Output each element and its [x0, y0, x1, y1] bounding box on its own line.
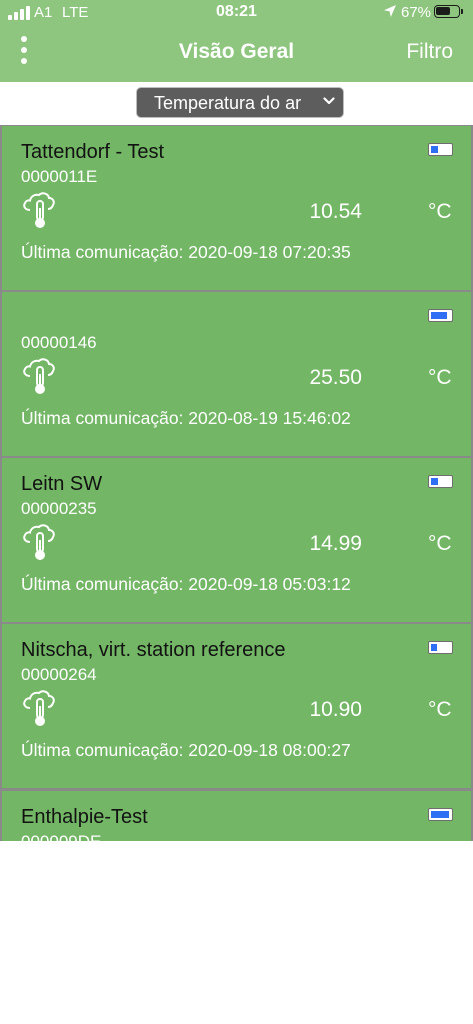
station-id: 00000146	[21, 333, 97, 352]
status-bar: A1 LTE 08:21 67%	[0, 0, 473, 28]
station-card[interactable]: Leitn SW 00000235 14.99 °C Última comuni…	[2, 458, 471, 622]
battery-level	[431, 312, 448, 319]
battery-level	[431, 146, 438, 153]
station-unit: °C	[428, 366, 452, 389]
parameter-select-value: Temperatura do ar	[154, 93, 302, 113]
screen: A1 LTE 08:21 67% Visão Geral Filtro Temp…	[0, 0, 473, 1024]
empty-area	[0, 841, 473, 1024]
station-card[interactable]: Nitscha, virt. station reference 0000026…	[2, 624, 471, 788]
last-communication: Última comunicação: 2020-09-18 07:20:35	[21, 242, 351, 262]
battery-level	[431, 478, 438, 485]
station-value: 10.54	[309, 200, 362, 223]
filter-button[interactable]: Filtro	[406, 40, 453, 64]
battery-icon	[428, 808, 453, 821]
cloud-thermometer-icon	[23, 690, 55, 726]
station-value: 14.99	[309, 532, 362, 555]
station-unit: °C	[428, 200, 452, 223]
station-id: 000009DE	[21, 832, 101, 841]
battery-icon	[428, 143, 453, 156]
last-communication: Última comunicação: 2020-09-18 05:03:12	[21, 574, 351, 594]
station-id: 00000235	[21, 499, 97, 518]
last-communication: Última comunicação: 2020-09-18 08:00:27	[21, 740, 351, 760]
header: A1 LTE 08:21 67% Visão Geral Filtro	[0, 0, 473, 82]
station-list: Tattendorf - Test 0000011E 10.54 °C Últi…	[0, 125, 473, 841]
parameter-select[interactable]: Temperatura do ar	[136, 87, 344, 118]
battery-icon	[428, 641, 453, 654]
cloud-thermometer-icon	[23, 358, 55, 394]
station-value: 10.90	[309, 698, 362, 721]
station-value: 25.50	[309, 366, 362, 389]
station-card[interactable]: Tattendorf - Test 0000011E 10.54 °C Últi…	[2, 126, 471, 290]
chevron-down-icon	[323, 97, 335, 105]
cloud-thermometer-icon	[23, 524, 55, 560]
station-unit: °C	[428, 532, 452, 555]
battery-level	[431, 811, 450, 818]
station-id: 00000264	[21, 665, 97, 684]
selector-bar: Temperatura do ar	[0, 82, 473, 125]
station-card[interactable]: 00000146 25.50 °C Última comunicação: 20…	[2, 292, 471, 456]
station-name: Tattendorf - Test	[21, 141, 165, 163]
battery-icon	[428, 309, 453, 322]
cloud-thermometer-icon	[23, 192, 55, 228]
page-title: Visão Geral	[178, 40, 295, 63]
station-name: Enthalpie-Test	[21, 806, 148, 828]
station-name: Nitscha, virt. station reference	[21, 639, 286, 661]
battery-icon	[428, 475, 453, 488]
battery-percent: 67%	[401, 4, 432, 21]
station-unit: °C	[428, 698, 452, 721]
battery-icon	[434, 5, 460, 18]
location-arrow-icon	[384, 5, 396, 17]
battery-level	[431, 644, 437, 651]
battery-tip	[461, 9, 463, 14]
station-card[interactable]: Enthalpie-Test 000009DE	[2, 791, 471, 841]
station-name: Leitn SW	[21, 473, 103, 495]
last-communication: Última comunicação: 2020-08-19 15:46:02	[21, 408, 351, 428]
station-id: 0000011E	[21, 167, 98, 186]
